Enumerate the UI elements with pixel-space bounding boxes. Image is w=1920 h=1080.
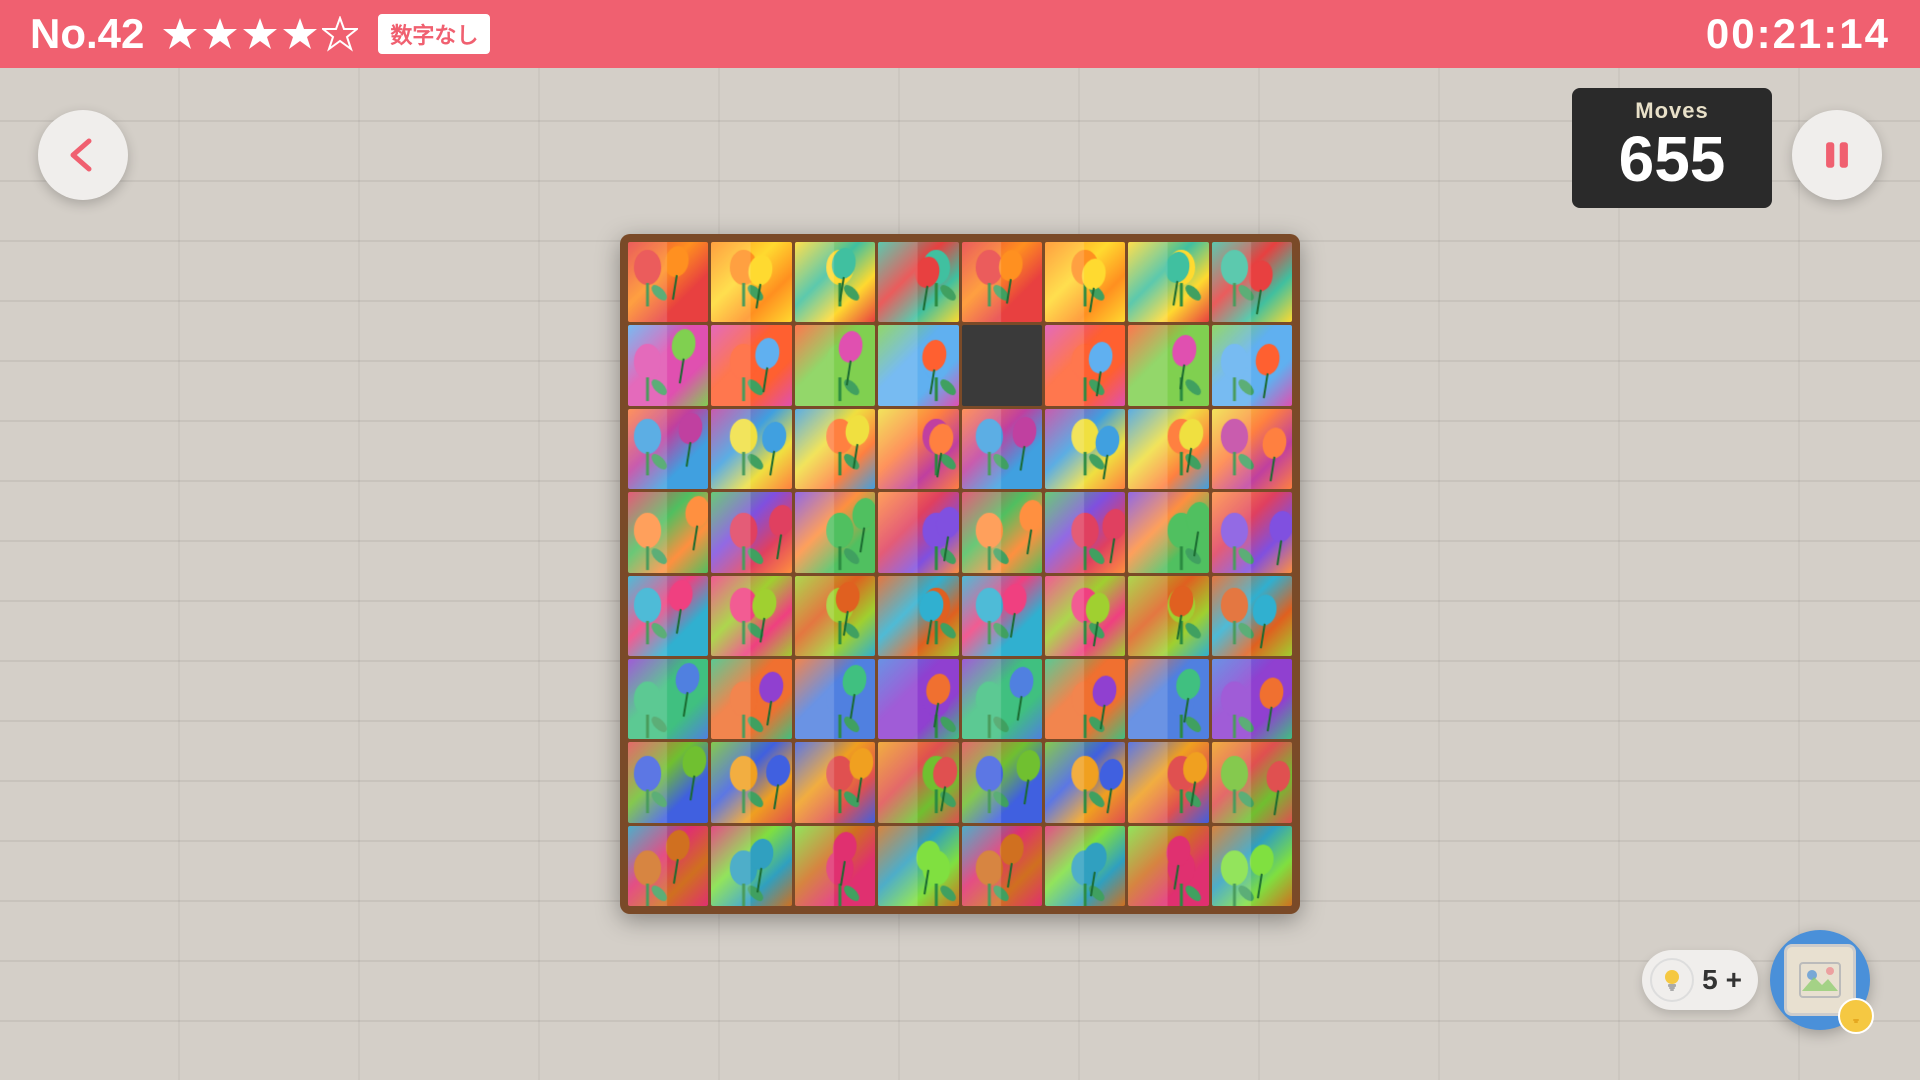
photo-reference-button[interactable] — [1770, 930, 1870, 1030]
tile[interactable] — [1045, 409, 1125, 489]
tile[interactable] — [1212, 659, 1292, 739]
tile[interactable] — [711, 742, 791, 822]
moves-counter: Moves 655 — [1572, 88, 1772, 208]
hint-plus: + — [1726, 964, 1742, 996]
tile[interactable] — [962, 242, 1042, 322]
tile[interactable] — [1128, 742, 1208, 822]
header-bar: No.42 数字なし 00:21:14 — [0, 0, 1920, 68]
star-rating — [162, 16, 358, 52]
lightbulb-overlay — [1838, 998, 1874, 1034]
tile[interactable] — [1128, 826, 1208, 906]
star-2 — [202, 16, 238, 52]
bulb-icon — [1658, 966, 1686, 994]
hint-bulb-icon — [1650, 958, 1694, 1002]
tile[interactable] — [962, 659, 1042, 739]
tile[interactable] — [1045, 742, 1125, 822]
tile[interactable] — [1045, 576, 1125, 656]
tile[interactable] — [795, 325, 875, 405]
tile[interactable] — [1128, 659, 1208, 739]
tile[interactable] — [628, 242, 708, 322]
tile[interactable] — [795, 826, 875, 906]
moves-label: Moves — [1588, 98, 1756, 124]
tile[interactable] — [962, 742, 1042, 822]
photo-frame-icon — [1798, 961, 1842, 999]
tile[interactable] — [628, 492, 708, 572]
tile[interactable] — [1212, 409, 1292, 489]
tile[interactable] — [795, 242, 875, 322]
tile[interactable] — [711, 826, 791, 906]
tile[interactable] — [878, 492, 958, 572]
tile[interactable] — [1128, 242, 1208, 322]
tile[interactable] — [878, 659, 958, 739]
tile[interactable] — [795, 742, 875, 822]
star-1 — [162, 16, 198, 52]
tile[interactable] — [711, 325, 791, 405]
tile[interactable] — [1045, 242, 1125, 322]
star-3 — [242, 16, 278, 52]
tile[interactable] — [1045, 325, 1125, 405]
tile[interactable] — [1212, 325, 1292, 405]
tile[interactable] — [1128, 492, 1208, 572]
tile[interactable] — [628, 826, 708, 906]
tile[interactable] — [878, 325, 958, 405]
tile[interactable] — [962, 576, 1042, 656]
star-4 — [282, 16, 318, 52]
tile[interactable] — [795, 492, 875, 572]
tile[interactable] — [628, 325, 708, 405]
tile[interactable] — [962, 492, 1042, 572]
tile[interactable] — [962, 409, 1042, 489]
bottom-ui: 5 + — [1642, 930, 1870, 1030]
tile[interactable] — [878, 576, 958, 656]
timer-display: 00:21:14 — [1706, 10, 1890, 58]
puzzle-board-container — [620, 234, 1300, 914]
tile[interactable] — [795, 576, 875, 656]
puzzle-number: No.42 — [30, 10, 144, 58]
tile[interactable] — [1045, 826, 1125, 906]
tile[interactable] — [1212, 492, 1292, 572]
hint-panel: 5 + — [1642, 950, 1758, 1010]
mode-badge: 数字なし — [376, 12, 492, 56]
header-left: No.42 数字なし — [30, 10, 492, 58]
tile[interactable] — [1212, 742, 1292, 822]
tile[interactable] — [878, 409, 958, 489]
overlay-bulb-icon — [1845, 1005, 1867, 1027]
board-frame — [620, 234, 1300, 914]
tile[interactable] — [711, 659, 791, 739]
tile[interactable] — [711, 409, 791, 489]
hint-count: 5 — [1702, 964, 1718, 996]
tile[interactable] — [628, 409, 708, 489]
tile[interactable] — [1212, 242, 1292, 322]
moves-value: 655 — [1588, 124, 1756, 194]
tile[interactable] — [1045, 492, 1125, 572]
back-button[interactable] — [38, 110, 128, 200]
tile[interactable] — [962, 325, 1042, 405]
tile[interactable] — [1045, 659, 1125, 739]
tile[interactable] — [711, 242, 791, 322]
tile[interactable] — [1212, 826, 1292, 906]
back-arrow-icon — [61, 133, 105, 177]
tile[interactable] — [711, 492, 791, 572]
pause-icon — [1817, 135, 1857, 175]
tile[interactable] — [1212, 576, 1292, 656]
board-grid — [628, 242, 1292, 906]
pause-button[interactable] — [1792, 110, 1882, 200]
tile[interactable] — [628, 742, 708, 822]
tile[interactable] — [628, 659, 708, 739]
tile[interactable] — [628, 576, 708, 656]
tile[interactable] — [878, 826, 958, 906]
tile[interactable] — [1128, 576, 1208, 656]
tile[interactable] — [962, 826, 1042, 906]
tile[interactable] — [878, 742, 958, 822]
tile[interactable] — [795, 659, 875, 739]
star-5 — [322, 16, 358, 52]
tile[interactable] — [878, 242, 958, 322]
tile[interactable] — [711, 576, 791, 656]
tile[interactable] — [795, 409, 875, 489]
tile[interactable] — [1128, 325, 1208, 405]
tile[interactable] — [1128, 409, 1208, 489]
